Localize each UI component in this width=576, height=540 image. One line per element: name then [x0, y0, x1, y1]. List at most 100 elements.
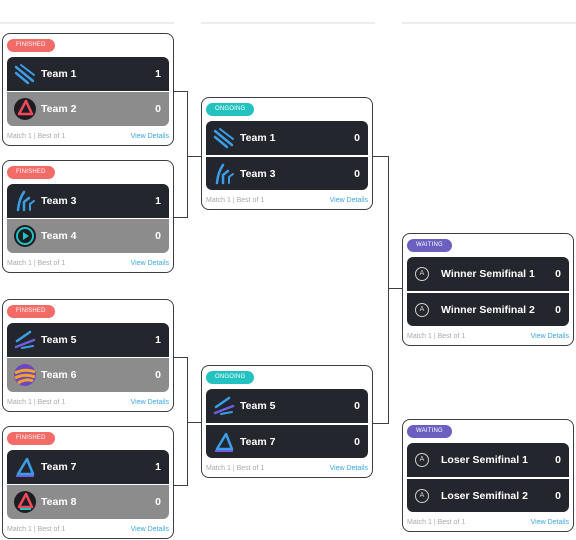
team-name: Team 7: [240, 436, 276, 448]
bracket-connector: [373, 156, 389, 424]
team-score: 1: [155, 68, 161, 80]
team-score: 1: [155, 461, 161, 473]
placeholder-a-icon: A: [415, 267, 429, 281]
team-row[interactable]: Team 3 0: [206, 156, 368, 190]
match-info: Match 1 | Best of 1: [407, 333, 466, 340]
match-card[interactable]: FINISHED Team 3 1 Team 4 0 Match 1 | Bes…: [2, 160, 174, 273]
team-score: 0: [155, 369, 161, 381]
team-score: 0: [354, 436, 360, 448]
match-card[interactable]: FINISHED Team 7 1 Team 8 0 Match 1 | Bes…: [2, 426, 174, 539]
bracket-connector: [187, 422, 201, 423]
team-score: 0: [555, 268, 561, 280]
status-badge: WAITING: [407, 425, 452, 438]
team-score: 0: [155, 103, 161, 115]
blue-claw-logo: [13, 189, 37, 213]
team-row-winner[interactable]: Team 1 1: [7, 57, 169, 91]
team-name: Team 1: [41, 68, 77, 80]
blue-swoosh-logo: [212, 126, 236, 150]
view-details-link[interactable]: View Details: [131, 260, 169, 267]
status-badge: FINISHED: [7, 166, 55, 179]
team-row-loser[interactable]: Team 2 0: [7, 92, 169, 126]
red-triangle-logo: [13, 97, 37, 121]
team-name: Team 5: [41, 334, 77, 346]
match-info: Match 1 | Best of 1: [7, 133, 66, 140]
team-row[interactable]: A Loser Semifinal 1 0: [407, 443, 569, 477]
team-score: 0: [354, 132, 360, 144]
column-divider-round-3: [402, 22, 576, 24]
teal-play-logo: [13, 224, 37, 248]
red-teal-triangle-logo: [13, 490, 37, 514]
status-badge: WAITING: [407, 239, 452, 252]
team-row-winner[interactable]: Team 5 1: [7, 323, 169, 357]
match-card[interactable]: ONGOING Team 1 0 Team 3 0 Match 1 | Best…: [201, 97, 373, 210]
team-name: Loser Semifinal 1: [441, 454, 528, 466]
team-name: Loser Semifinal 2: [441, 490, 528, 502]
team-name: Team 1: [240, 132, 276, 144]
team-row[interactable]: Team 7 0: [206, 424, 368, 458]
team-name: Team 7: [41, 461, 77, 473]
match-footer: Match 1 | Best of 1 View Details: [7, 399, 169, 406]
team-name: Team 6: [41, 369, 77, 381]
bracket-connector: [172, 357, 188, 486]
team-score: 0: [555, 454, 561, 466]
match-footer: Match 1 | Best of 1 View Details: [407, 333, 569, 340]
view-details-link[interactable]: View Details: [131, 133, 169, 140]
view-details-link[interactable]: View Details: [131, 399, 169, 406]
team-name: Team 4: [41, 230, 77, 242]
team-score: 0: [555, 304, 561, 316]
blue-triangle-logo: [212, 430, 236, 454]
team-row-loser[interactable]: Team 8 0: [7, 485, 169, 519]
status-badge: FINISHED: [7, 432, 55, 445]
match-card[interactable]: FINISHED Team 1 1 Team 2 0 Match 1 | Bes…: [2, 33, 174, 146]
team-score: 0: [354, 168, 360, 180]
team-score: 1: [155, 334, 161, 346]
team-row[interactable]: Team 5 0: [206, 389, 368, 423]
team-name: Team 3: [240, 168, 276, 180]
team-score: 0: [555, 490, 561, 502]
purple-blue-swoosh-logo: [212, 394, 236, 418]
match-footer: Match 1 | Best of 1 View Details: [407, 519, 569, 526]
placeholder-a-icon: A: [415, 453, 429, 467]
match-card[interactable]: ONGOING Team 5 0 Team 7 0 Match 1 | Best…: [201, 365, 373, 478]
blue-claw-logo: [212, 162, 236, 186]
view-details-link[interactable]: View Details: [330, 465, 368, 472]
view-details-link[interactable]: View Details: [330, 197, 368, 204]
bracket-connector: [388, 288, 403, 289]
team-row[interactable]: Team 1 0: [206, 121, 368, 155]
match-info: Match 1 | Best of 1: [7, 526, 66, 533]
view-details-link[interactable]: View Details: [131, 526, 169, 533]
team-score: 0: [155, 496, 161, 508]
team-name: Winner Semifinal 1: [441, 268, 535, 280]
match-footer: Match 1 | Best of 1 View Details: [7, 526, 169, 533]
match-card[interactable]: WAITING A Winner Semifinal 1 0 A Winner …: [402, 233, 574, 346]
match-info: Match 1 | Best of 1: [206, 197, 265, 204]
team-name: Team 8: [41, 496, 77, 508]
purple-blue-swoosh-logo: [13, 328, 37, 352]
match-info: Match 1 | Best of 1: [206, 465, 265, 472]
view-details-link[interactable]: View Details: [531, 519, 569, 526]
match-footer: Match 1 | Best of 1 View Details: [7, 260, 169, 267]
status-badge: FINISHED: [7, 39, 55, 52]
match-card[interactable]: FINISHED Team 5 1 Team 6 0 Match 1 | Bes…: [2, 299, 174, 412]
team-name: Winner Semifinal 2: [441, 304, 535, 316]
team-score: 0: [155, 230, 161, 242]
status-badge: ONGOING: [206, 371, 255, 384]
bracket-connector: [187, 156, 201, 157]
team-row-loser[interactable]: Team 4 0: [7, 219, 169, 253]
team-row-loser[interactable]: Team 6 0: [7, 358, 169, 392]
match-card[interactable]: WAITING A Loser Semifinal 1 0 A Loser Se…: [402, 419, 574, 532]
match-info: Match 1 | Best of 1: [7, 260, 66, 267]
team-name: Team 2: [41, 103, 77, 115]
placeholder-a-icon: A: [415, 303, 429, 317]
team-row-winner[interactable]: Team 3 1: [7, 184, 169, 218]
team-row[interactable]: A Winner Semifinal 1 0: [407, 257, 569, 291]
placeholder-a-icon: A: [415, 489, 429, 503]
view-details-link[interactable]: View Details: [531, 333, 569, 340]
match-info: Match 1 | Best of 1: [7, 399, 66, 406]
team-row-winner[interactable]: Team 7 1: [7, 450, 169, 484]
team-name: Team 3: [41, 195, 77, 207]
team-row[interactable]: A Loser Semifinal 2 0: [407, 478, 569, 512]
team-name: Team 5: [240, 400, 276, 412]
team-row[interactable]: A Winner Semifinal 2 0: [407, 292, 569, 326]
bracket-connector: [172, 91, 188, 218]
